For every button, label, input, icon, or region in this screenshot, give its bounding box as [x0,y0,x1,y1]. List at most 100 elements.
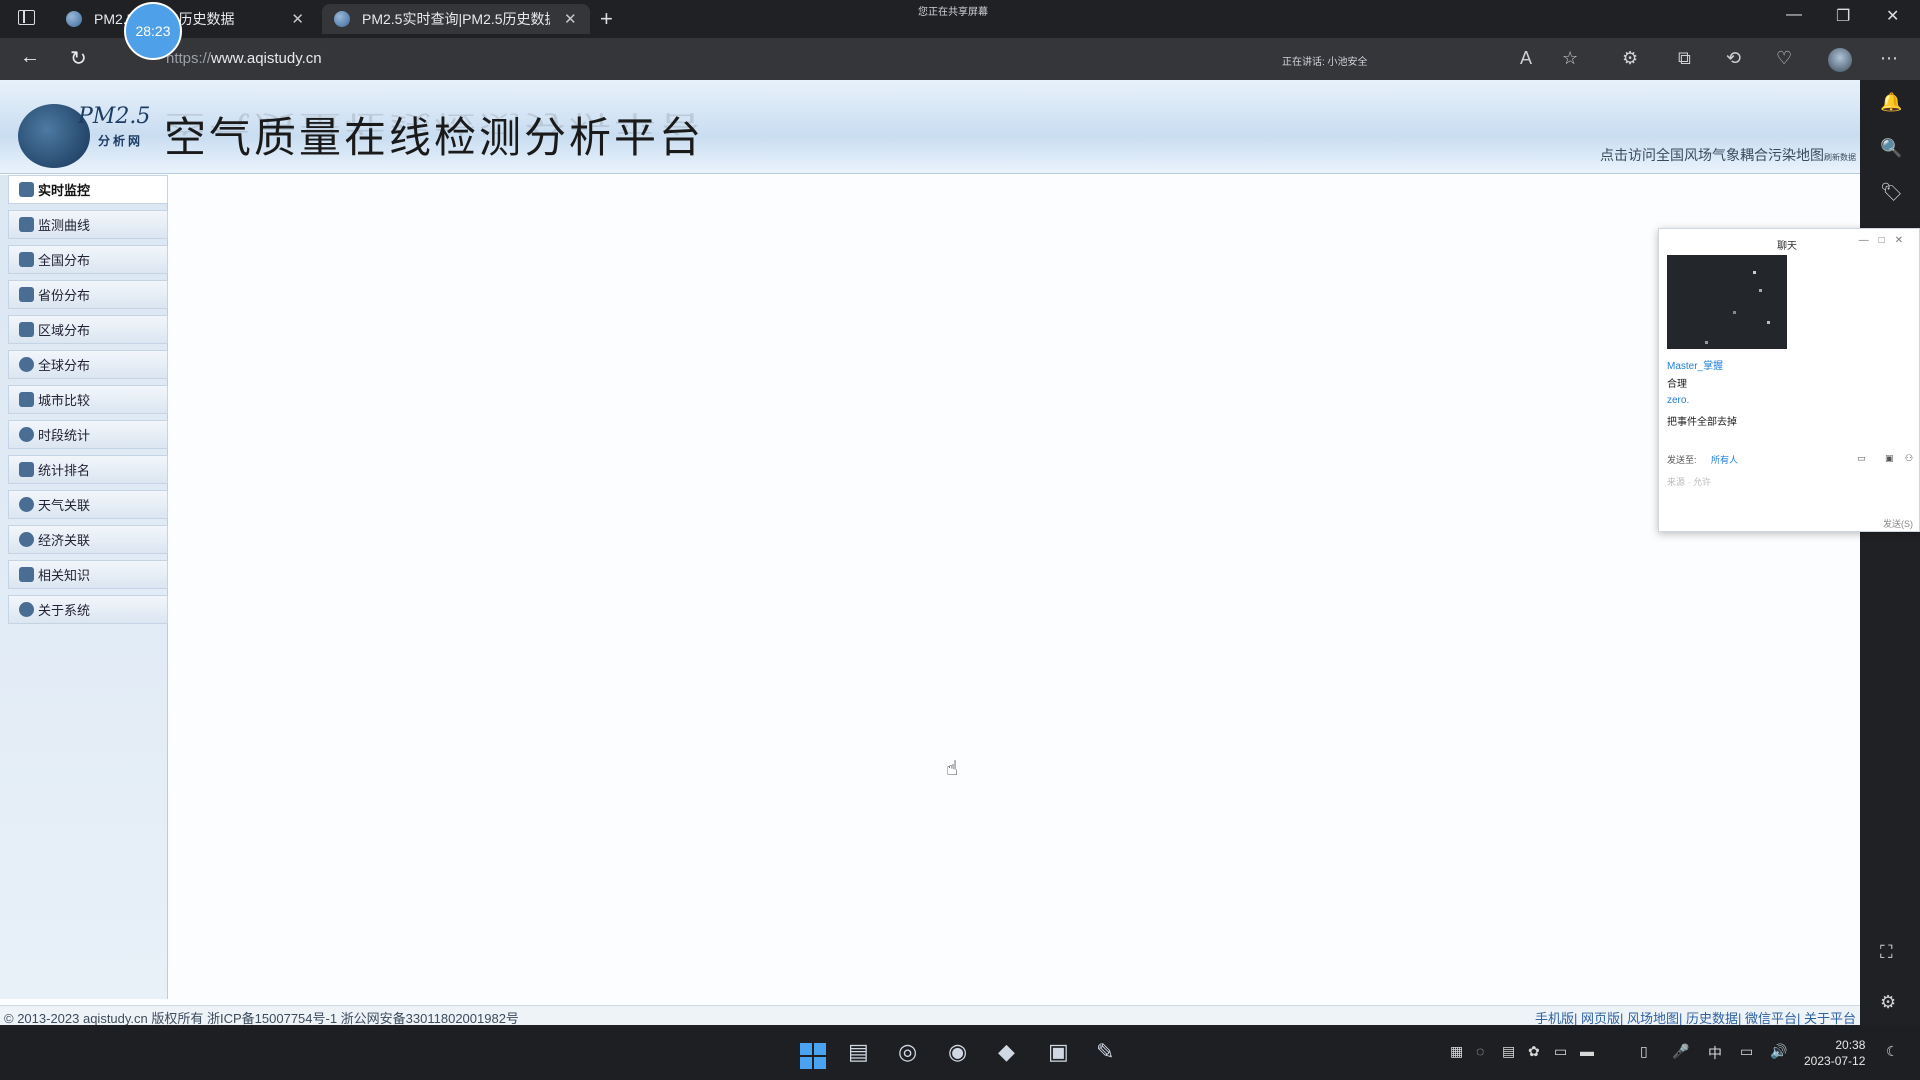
hand-cursor-icon: ☝ [946,758,959,780]
profile-avatar[interactable] [1828,48,1852,72]
site-logo-text: PM2.5 [78,104,151,129]
new-tab-button[interactable]: + [600,6,613,32]
ranking-icon [19,462,34,477]
chat-save-icon[interactable]: ▣ [1885,453,1894,464]
screen-share-notice: 您正在共享屏幕 [918,7,988,18]
recording-timer-badge[interactable]: 28:23 [124,2,182,60]
url-host: www.aqistudy.cn [211,50,322,67]
read-aloud-icon[interactable]: A [1520,48,1532,69]
refresh-data-link[interactable]: 刷新数据 [1824,153,1856,162]
tab-pm25-realtime[interactable]: PM2.5实时查询|PM2.5历史数据 ✕ [322,4,590,34]
chat-title: 聊天 [1777,241,1797,252]
site-logo-subtext: 分析网 [98,134,144,148]
menu-item-realtime-monitor[interactable]: 实时监控 [8,175,168,204]
send-button[interactable]: 发送(S) [1883,517,1913,530]
close-window-button[interactable]: ✕ [1886,6,1899,26]
app-icon[interactable]: ◆ [998,1039,1015,1065]
chat-panel: 聊天 —□✕ Master_掌握 合理 zero. 把事件全部去掉 发送至: 所… [1658,228,1920,532]
info-icon [19,602,34,617]
menu-item-label: 时段统计 [38,428,91,443]
send-to-label: 发送至: [1667,455,1697,465]
curve-chart-icon [19,217,34,232]
chat-file-icon[interactable]: ▭ [1857,453,1866,464]
microphone-icon[interactable]: 🎤 [1672,1043,1689,1060]
economy-icon [19,532,34,547]
menu-item-province-distribution[interactable]: 省份分布 [8,280,168,309]
region-map-icon [19,322,34,337]
chat-message-text: 合理 [1667,379,1687,390]
history-icon[interactable]: ⟲ [1726,48,1741,69]
menu-item-label: 省份分布 [38,288,91,303]
chat-user-icon[interactable]: ⚇ [1905,453,1913,464]
browser-titlebar: PM2.5|PM2.5历史数据 ✕ PM2.5实时查询|PM2.5历史数据 ✕ … [0,0,1920,60]
more-menu-icon[interactable]: ⋯ [1880,48,1898,69]
tray-app-icon[interactable]: ✿ [1528,1043,1540,1060]
favorite-star-icon[interactable]: ☆ [1562,48,1578,69]
file-explorer-icon[interactable]: ▤ [848,1039,869,1065]
clock-icon [19,427,34,442]
chat-window-controls[interactable]: —□✕ [1859,235,1913,246]
menu-item-label: 关于系统 [38,603,91,618]
search-icon[interactable]: 🔍 [1880,138,1902,159]
tag-icon[interactable]: 🏷 [1880,182,1903,203]
ime-indicator[interactable]: 中 [1708,1043,1722,1063]
notes-icon[interactable]: ✎ [1096,1039,1114,1065]
clock-date: 2023-07-12 [1804,1054,1866,1068]
menu-item-monitor-curve[interactable]: 监测曲线 [8,210,168,239]
network-icon[interactable]: ▭ [1740,1043,1753,1060]
wind-map-link[interactable]: 点击访问全国风场气象耦合污染地图刷新数据 [1600,145,1856,165]
menu-item-economy-correlation[interactable]: 经济关联 [8,525,168,554]
tab-pm25-history[interactable]: PM2.5|PM2.5历史数据 ✕ [54,4,316,34]
menu-item-weather-correlation[interactable]: 天气关联 [8,490,168,519]
url-field[interactable]: https://www.aqistudy.cn [166,50,322,67]
menu-item-knowledge[interactable]: 相关知识 [8,560,168,589]
menu-item-label: 统计排名 [38,463,91,478]
start-menu-icon[interactable] [800,1043,826,1069]
split-screen-icon[interactable]: ⛶ [1880,942,1893,963]
collections-icon[interactable]: ⧉ [1678,48,1691,69]
bell-icon[interactable]: 🔔 [1880,92,1902,113]
chat-sender[interactable]: zero. [1667,395,1689,406]
system-clock[interactable]: 20:38 2023-07-12 [1804,1037,1865,1069]
tray-app-icon[interactable]: ▦ [1450,1043,1463,1060]
extensions-icon[interactable]: ⚙ [1622,48,1638,69]
battery-icon[interactable]: ▯ [1640,1043,1648,1060]
chrome-icon[interactable]: ◉ [948,1039,967,1065]
restore-button[interactable]: ❐ [1836,6,1850,26]
tray-app-icon[interactable]: ▤ [1502,1043,1515,1060]
recipient-dropdown[interactable]: 所有人 [1711,453,1738,466]
photos-icon[interactable]: ▣ [1048,1039,1069,1065]
refresh-button[interactable]: ↻ [70,46,87,71]
chat-input[interactable]: 来源 · 允许 [1667,475,1711,488]
edge-sidebar: 🔔 🔍 🏷 ⛶ ⚙ [1860,80,1920,1025]
menu-item-label: 天气关联 [38,498,91,513]
tray-app-icon[interactable]: ▭ [1554,1043,1567,1060]
health-icon[interactable]: ♡ [1776,48,1792,69]
back-button[interactable]: ← [20,46,40,69]
volume-icon[interactable]: 🔊 [1770,1043,1787,1060]
chat-screen-thumbnail[interactable] [1667,255,1787,349]
close-tab-icon[interactable]: ✕ [564,10,577,28]
menu-item-national-distribution[interactable]: 全国分布 [8,245,168,274]
edge-browser-icon[interactable]: ◎ [898,1039,917,1065]
chat-sender[interactable]: Master_掌握 [1667,357,1723,372]
tray-app-icon[interactable]: ◌ [1476,1043,1484,1059]
menu-item-label: 全球分布 [38,358,91,373]
site-favicon-icon [66,11,82,27]
windows-taskbar: ▤ ◎ ◉ ◆ ▣ ✎ ▦ ◌ ▤ ✿ ▭ ▬ ▯ 🎤 中 ▭ 🔊 20:38 … [0,1025,1920,1080]
site-footer: © 2013-2023 aqistudy.cn 版权所有 浙ICP备150077… [0,1005,1860,1026]
close-tab-icon[interactable]: ✕ [291,10,304,28]
settings-gear-icon[interactable]: ⚙ [1880,992,1896,1013]
menu-item-ranking[interactable]: 统计排名 [8,455,168,484]
notifications-icon[interactable]: ☾ [1886,1043,1899,1060]
menu-item-about[interactable]: 关于系统 [8,595,168,624]
menu-item-city-compare[interactable]: 城市比较 [8,385,168,414]
url-scheme: https:// [166,50,212,67]
menu-item-global-distribution[interactable]: 全球分布 [8,350,168,379]
minimize-button[interactable]: — [1786,6,1802,24]
menu-item-region-distribution[interactable]: 区域分布 [8,315,168,344]
tray-app-icon[interactable]: ▬ [1580,1043,1594,1059]
tab-actions-icon[interactable] [18,10,35,25]
menu-item-period-stats[interactable]: 时段统计 [8,420,168,449]
menu-item-label: 全国分布 [38,253,91,268]
